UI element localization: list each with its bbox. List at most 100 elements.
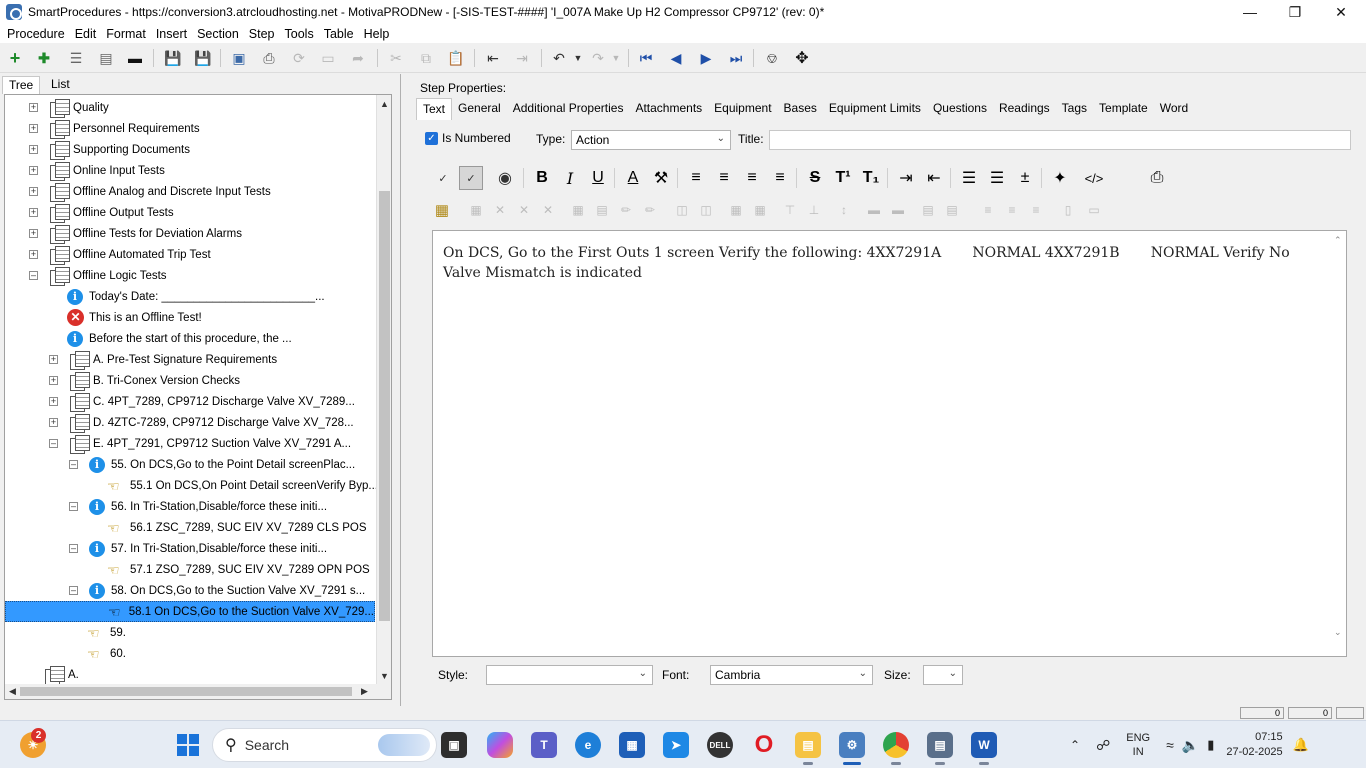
print-icon[interactable]: ⎙ <box>259 48 279 68</box>
tree-item[interactable]: i Today's Date: ________________________… <box>67 286 325 307</box>
copilot-icon[interactable] <box>487 732 513 758</box>
copy-icon[interactable]: ⧉ <box>416 48 436 68</box>
tree-item[interactable]: + Quality <box>29 97 109 118</box>
task-view-icon[interactable]: ▣ <box>441 732 467 758</box>
clock[interactable]: 07:15 27-02-2025 <box>1226 730 1282 760</box>
menu-step[interactable]: Step <box>244 27 280 41</box>
step-text-editor[interactable]: On DCS, Go to the First Outs 1 screen Ve… <box>432 230 1347 657</box>
next-step-icon[interactable]: ▶ <box>696 48 716 68</box>
expand-icon[interactable]: + <box>49 397 58 406</box>
tree-vertical-scrollbar[interactable]: ▲ ▼ <box>376 95 391 684</box>
tree-item[interactable]: – i 56. In Tri-Station,Disable/force the… <box>69 496 327 517</box>
scroll-thumb[interactable] <box>20 687 352 696</box>
scroll-right-icon[interactable]: ▶ <box>361 686 368 697</box>
tree-item[interactable]: i Before the start of this procedure, th… <box>67 328 292 349</box>
save-copy-icon[interactable]: 💾 <box>163 48 183 68</box>
html-source-icon[interactable]: </> <box>1082 166 1106 190</box>
insert-column-right-icon[interactable]: ◫ <box>696 201 716 219</box>
tree-item[interactable]: – i 57. In Tri-Station,Disable/force the… <box>69 538 327 559</box>
paste-icon[interactable]: 📋 <box>446 48 466 68</box>
expand-icon[interactable]: + <box>49 355 58 364</box>
redo-icon[interactable]: ➦ <box>348 48 368 68</box>
spell-check-icon[interactable]: ⎊ <box>762 48 782 68</box>
start-icon[interactable] <box>175 732 201 758</box>
chrome-icon[interactable] <box>883 732 909 758</box>
undo-icon[interactable]: ↶ <box>549 48 569 68</box>
tree-item[interactable]: ☜ 57.1 ZSO_7289, SUC EIV XV_7289 OPN POS <box>107 559 370 580</box>
power-automate-icon[interactable]: ➤ <box>663 732 689 758</box>
save-icon[interactable]: 💾 <box>193 48 213 68</box>
decrease-indent-icon[interactable]: ⇤ <box>922 166 946 190</box>
scroll-up-icon[interactable]: ▲ <box>380 99 389 109</box>
delete-column-icon[interactable]: ✕ <box>538 201 558 219</box>
bullet-list-icon[interactable]: ☰ <box>957 166 981 190</box>
redo-arrow-icon[interactable]: ↷ <box>588 48 608 68</box>
menu-insert[interactable]: Insert <box>151 27 192 41</box>
size-select[interactable]: ⌄ <box>923 665 963 685</box>
refresh-icon[interactable]: ⟳ <box>289 48 309 68</box>
tree-item[interactable]: + Offline Automated Trip Test <box>29 244 211 265</box>
tree-item[interactable]: + Personnel Requirements <box>29 118 200 139</box>
editor-scrollbar[interactable]: ⌃ ⌄ <box>1332 231 1346 656</box>
expand-icon[interactable]: + <box>29 145 38 154</box>
is-numbered-checkbox[interactable]: ✓ <box>425 132 438 145</box>
expand-icon[interactable]: + <box>49 376 58 385</box>
add-child-icon[interactable]: ✚ <box>34 48 54 68</box>
tab-equipment-limits[interactable]: Equipment Limits <box>823 98 927 120</box>
subscript-icon[interactable]: T₁ <box>859 166 883 190</box>
expand-icon[interactable]: + <box>29 208 38 217</box>
tab-tags[interactable]: Tags <box>1056 98 1093 120</box>
notifications-icon[interactable]: 🔔 <box>1293 737 1309 753</box>
merge-cells-icon[interactable]: ▦ <box>568 201 588 219</box>
magic-wand-icon[interactable]: ✦ <box>1048 166 1072 190</box>
tree-item[interactable]: – E. 4PT_7291, CP9712 Suction Valve XV_7… <box>49 433 351 454</box>
menu-table[interactable]: Table <box>319 27 359 41</box>
smartprocedures-icon[interactable]: ⚙ <box>839 732 865 758</box>
list-icon[interactable]: ☰ <box>66 48 86 68</box>
outdent-icon[interactable]: ⇤ <box>483 48 503 68</box>
menu-tools[interactable]: Tools <box>280 27 319 41</box>
row-height-icon[interactable]: ↕ <box>834 201 854 219</box>
title-input[interactable] <box>769 130 1351 150</box>
collapse-icon[interactable]: – <box>69 544 78 553</box>
italic-icon[interactable]: I <box>558 166 582 190</box>
previous-step-icon[interactable]: ◀ <box>666 48 686 68</box>
table-grid-alt-icon[interactable]: ▦ <box>750 201 770 219</box>
redo-dropdown-icon[interactable]: ▼ <box>606 48 626 68</box>
scroll-thumb[interactable] <box>379 191 390 621</box>
tree-item[interactable]: ✕ This is an Offline Test! <box>67 307 202 328</box>
style-select[interactable]: ⌄ <box>486 665 653 685</box>
tree-item[interactable]: ☜ 55.1 On DCS,On Point Detail screenVeri… <box>107 475 378 496</box>
taskbar-search[interactable]: ⚲ Search <box>212 728 437 762</box>
merge-row-icon[interactable]: ▬ <box>864 201 884 219</box>
tab-readings[interactable]: Readings <box>993 98 1056 120</box>
first-step-icon[interactable]: ⏮ <box>636 48 656 68</box>
wifi-icon[interactable]: ≈ <box>1166 737 1174 753</box>
tree-item[interactable]: + Offline Analog and Discrete Input Test… <box>29 181 271 202</box>
special-char-icon[interactable]: ◉ <box>493 166 517 190</box>
battery-icon[interactable]: ▮ <box>1207 737 1214 753</box>
menu-format[interactable]: Format <box>101 27 151 41</box>
maximize-button[interactable]: ❐ <box>1272 0 1318 24</box>
edge-icon[interactable]: e <box>575 732 601 758</box>
spell-check-icon[interactable]: ✓ <box>431 166 455 190</box>
cell-edit-icon[interactable]: ✏ <box>616 201 636 219</box>
delete-cell-icon[interactable]: ✕ <box>490 201 510 219</box>
collapse-icon[interactable]: – <box>69 586 78 595</box>
scroll-left-icon[interactable]: ◀ <box>9 686 16 697</box>
insert-row-below-icon[interactable]: ⊥ <box>804 201 824 219</box>
strikethrough-icon[interactable]: S <box>803 166 827 190</box>
tab-equipment[interactable]: Equipment <box>708 98 777 120</box>
table-borders-alt-icon[interactable]: ▤ <box>942 201 962 219</box>
menu-edit[interactable]: Edit <box>70 27 102 41</box>
row-width-icon[interactable]: ▭ <box>1084 201 1104 219</box>
table-borders-icon[interactable]: ▤ <box>918 201 938 219</box>
expand-icon[interactable]: + <box>29 229 38 238</box>
tree-item[interactable]: + B. Tri-Conex Version Checks <box>49 370 240 391</box>
collapse-icon[interactable]: – <box>69 460 78 469</box>
close-button[interactable]: ✕ <box>1318 0 1364 24</box>
table-grid-icon[interactable]: ▦ <box>726 201 746 219</box>
split-row-icon[interactable]: ▬ <box>888 201 908 219</box>
tab-tree[interactable]: Tree <box>2 76 41 94</box>
align-center-icon[interactable]: ≡ <box>712 166 736 190</box>
